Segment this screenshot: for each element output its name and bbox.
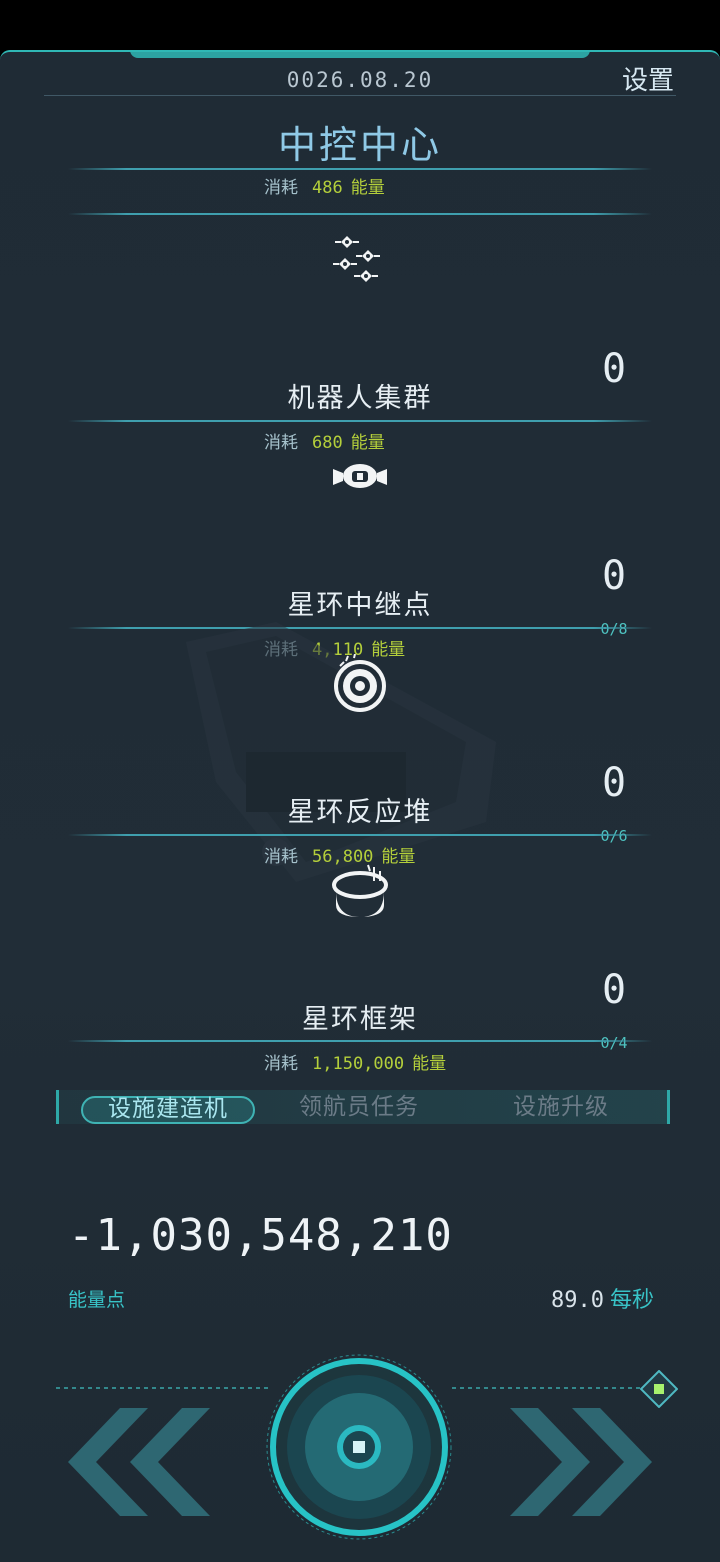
list-item-robot-swarm[interactable]: 机器人集群 0 消耗 680 能量 — [0, 216, 720, 453]
tab-bar: 设施建造机 领航员任务 设施升级 — [56, 1090, 670, 1124]
divider — [68, 1040, 652, 1042]
tab-facility-upgrade[interactable]: 设施升级 — [513, 1090, 609, 1124]
energy-rate: 89.0 每秒 — [551, 1282, 654, 1314]
rate-unit: 每秒 — [609, 1288, 654, 1313]
robot-swarm-icon — [333, 236, 380, 282]
page-title: 中控中心 — [277, 123, 442, 167]
rate-value: 89.0 — [551, 1288, 604, 1313]
item-count: 0 — [601, 967, 627, 1013]
divider — [68, 420, 652, 422]
ring-frame-icon — [332, 864, 388, 917]
list-item-relay-station[interactable]: 星环中继点 0 0/8 消耗4,110能量 — [0, 423, 720, 660]
cost-unit: 能量 — [412, 1054, 447, 1074]
cost-line: 消耗 1,150,000 能量 — [264, 1049, 446, 1074]
cost-label: 消耗 — [264, 178, 298, 198]
item-count: 0 — [601, 553, 627, 599]
cost-value: 1,150,000 — [312, 1054, 405, 1074]
list-item-reactor[interactable]: 星环反应堆 0 0/6 消耗 56,800 能量 — [0, 630, 720, 867]
tab-navigator-tasks[interactable]: 领航员任务 — [299, 1090, 419, 1124]
main-action-button[interactable] — [266, 1354, 452, 1540]
date-display: 0026.08.20 — [286, 68, 434, 92]
item-count: 0 — [601, 346, 627, 392]
energy-label: 能量点 — [68, 1289, 126, 1311]
tab-facility-builder[interactable]: 设施建造机 — [81, 1096, 255, 1124]
item-capacity: 0/4 — [600, 1034, 628, 1052]
double-chevron-right-icon[interactable] — [508, 1408, 652, 1516]
energy-total: -1,030,548,210 — [68, 1210, 453, 1261]
divider — [68, 834, 652, 836]
relay-station-icon — [333, 464, 387, 488]
item-count: 0 — [601, 760, 627, 806]
settings-button[interactable]: 设置 — [622, 60, 674, 97]
double-chevron-left-icon[interactable] — [68, 1408, 212, 1516]
divider — [68, 213, 652, 215]
cost-label: 消耗 — [264, 1054, 298, 1074]
list-item-ring-frame[interactable]: 星环框架 0 0/4 消耗 1,150,000 能量 — [0, 837, 720, 1074]
main-panel: 0026.08.20 设置 中控中心 消耗 486 能量 机器人集群 0 消耗 680… — [0, 50, 720, 1562]
cost-unit: 能量 — [350, 178, 385, 198]
divider — [68, 168, 652, 170]
cost-value: 486 — [312, 178, 343, 198]
reactor-icon — [334, 654, 386, 712]
cost-line: 消耗 486 能量 — [264, 173, 385, 198]
diamond-indicator-icon[interactable] — [640, 1370, 678, 1408]
date-divider — [44, 95, 676, 96]
top-glow-bar — [130, 52, 590, 58]
